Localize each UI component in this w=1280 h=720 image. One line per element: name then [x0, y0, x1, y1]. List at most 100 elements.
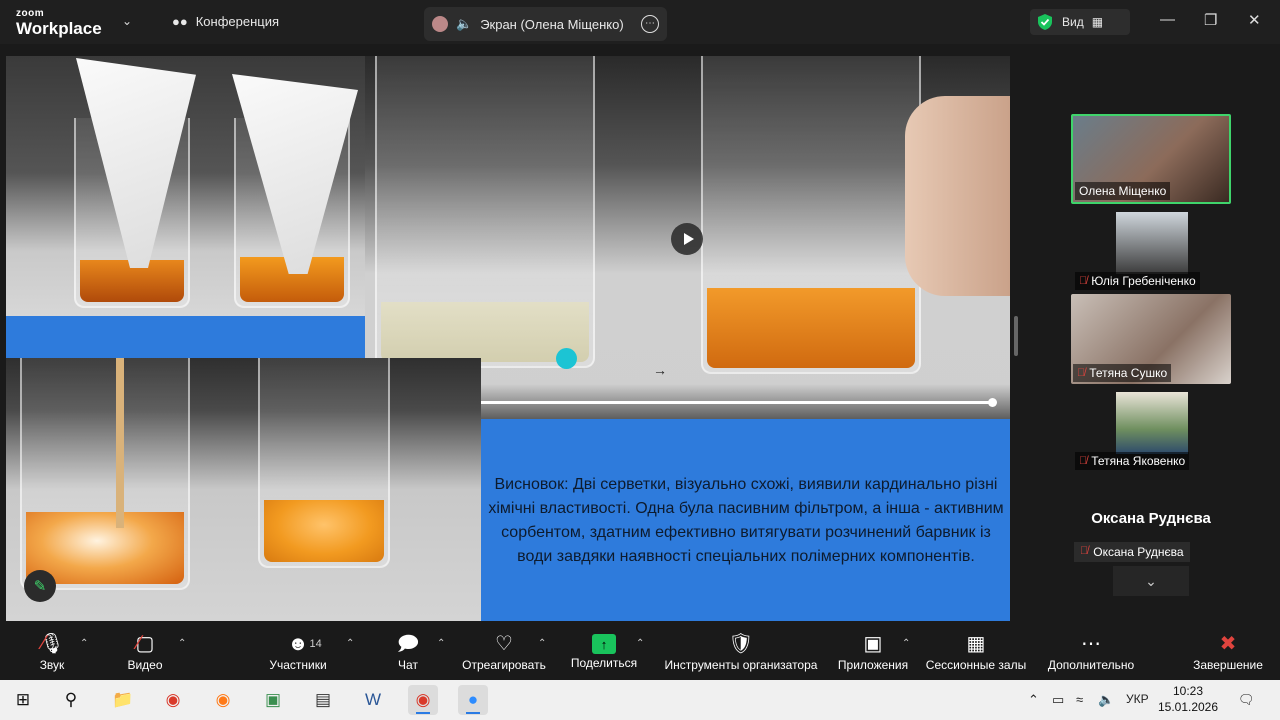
react-options-caret[interactable]: ⌃: [538, 638, 546, 649]
host-tools-button[interactable]: 🛡 Инструменты организатора: [660, 622, 822, 680]
share-options-caret[interactable]: ⌃: [636, 638, 644, 649]
orange-liquid: [707, 288, 915, 368]
meeting-info-button[interactable]: ●● Конференция: [172, 14, 279, 29]
wifi-icon[interactable]: ≈: [1076, 692, 1083, 707]
firefox-icon[interactable]: ◉: [208, 685, 238, 715]
react-button[interactable]: ♡ Отреагировать: [456, 622, 552, 680]
people-icon: ●●: [172, 14, 188, 29]
apps-options-caret[interactable]: ⌃: [902, 638, 910, 649]
brand-bottom: Workplace: [16, 19, 102, 38]
windows-taskbar: ⊞ ⚲ 📁 ◉ ◉ ▣ ▤ W ◉ ● ⌃ ▭ ≈ 🔈 УКР 10:23 15…: [0, 680, 1280, 720]
orange-sorbent: [264, 500, 384, 562]
minimize-icon[interactable]: —: [1160, 11, 1175, 28]
annotate-pencil-button[interactable]: ✎: [24, 570, 56, 602]
windows-start-icon[interactable]: ⊞: [8, 685, 38, 715]
audio-options-caret[interactable]: ⌃: [80, 638, 88, 649]
brand-top: zoom: [16, 8, 45, 19]
audio-button[interactable]: 🎙 ∕ Звук: [34, 622, 70, 680]
chevron-down-icon[interactable]: ⌄: [122, 14, 132, 28]
conclusion-text: Висновок: Дві серветки, візуально схожі,…: [488, 476, 1004, 565]
breakout-rooms-button[interactable]: ▦ Сессионные залы: [924, 622, 1028, 680]
more-button[interactable]: ⋯ Дополнительно: [1042, 622, 1140, 680]
participants-count: 14: [309, 638, 322, 650]
grid-icon: ▦: [966, 633, 986, 655]
mic-muted-icon: 🎙̸: [1080, 545, 1089, 557]
participant-tile[interactable]: 🎙̸ Юлія Гребеніченко: [1071, 212, 1231, 292]
participant-name-tag: 🎙̸ Тетяна Сушко: [1073, 364, 1172, 382]
experiment-photo-sorbent: [6, 358, 481, 621]
panel-resize-handle[interactable]: [1014, 316, 1018, 356]
zoom-app-icon[interactable]: ●: [458, 685, 488, 715]
video-options-caret[interactable]: ⌃: [178, 638, 186, 649]
more-icon: ⋯: [1081, 633, 1101, 655]
share-label: Поделиться: [570, 656, 638, 670]
language-indicator[interactable]: УКР: [1126, 692, 1149, 706]
participant-tile[interactable]: Олена Міщенко: [1071, 114, 1231, 204]
restore-icon[interactable]: ❐: [1204, 11, 1217, 29]
close-icon[interactable]: ✕: [1248, 11, 1261, 29]
clock[interactable]: 10:23 15.01.2026: [1156, 683, 1220, 715]
cursor-arrow-icon: →: [653, 362, 667, 378]
end-button[interactable]: ✖ Завершение: [1190, 622, 1266, 680]
apps-button[interactable]: ▣ Приложения: [834, 622, 912, 680]
file-explorer-icon[interactable]: 📁: [108, 685, 138, 715]
play-icon: [683, 233, 694, 245]
chat-icon: 🗩: [396, 633, 420, 655]
more-label: Дополнительно: [1047, 658, 1135, 672]
participant-tile[interactable]: 🎙̸ Тетяна Сушко: [1071, 294, 1231, 384]
meeting-label: Конференция: [195, 14, 280, 29]
security-shield-icon: [1038, 14, 1052, 30]
participant-name: Оксана Руднєва: [1093, 545, 1184, 559]
notifications-icon[interactable]: 🗨: [1238, 692, 1255, 708]
pencil-icon: ✎: [33, 578, 47, 595]
no-video-participant-title: Оксана Руднєва: [1091, 510, 1211, 527]
battery-icon[interactable]: ▭: [1052, 692, 1064, 708]
end-label: Завершение: [1193, 658, 1263, 672]
participant-name: Тетяна Сушко: [1089, 366, 1168, 380]
chevron-down-icon: ⌄: [1145, 572, 1157, 589]
audio-label: Звук: [39, 658, 65, 672]
breakout-label: Сессионные залы: [925, 658, 1027, 672]
chat-button[interactable]: 🗩 Чат: [390, 622, 426, 680]
video-button[interactable]: ▢ ∕ Видео: [122, 622, 168, 680]
volume-icon[interactable]: 🔈: [1098, 692, 1114, 708]
video-progress-knob[interactable]: [988, 398, 997, 407]
participants-options-caret[interactable]: ⌃: [346, 638, 354, 649]
screen-share-tab[interactable]: 🔈 Экран (Олена Міщенко) ⋯: [424, 7, 667, 41]
participants-button[interactable]: ☻ 14 Участники: [264, 622, 332, 680]
more-options-icon[interactable]: ⋯: [641, 15, 659, 33]
photo-app-icon[interactable]: ▤: [308, 685, 338, 715]
apps-label: Приложения: [837, 658, 909, 672]
share-button[interactable]: ↑ Поделиться: [566, 622, 642, 680]
participant-name-tag: Олена Міщенко: [1075, 182, 1171, 200]
mic-muted-icon: 🎙̸: [1079, 455, 1088, 467]
cup-clear-water: [375, 56, 595, 368]
chrome-icon[interactable]: ◉: [408, 685, 438, 715]
participant-name: Тетяна Яковенко: [1091, 454, 1186, 468]
presenter-avatar: [432, 16, 448, 32]
app-icon[interactable]: ▣: [258, 685, 288, 715]
speaker-icon: 🔈: [456, 16, 473, 31]
stirring-stick: [116, 358, 124, 528]
grid-view-icon: ▦: [1091, 15, 1104, 29]
word-icon[interactable]: W: [358, 685, 388, 715]
chrome-icon[interactable]: ◉: [158, 685, 188, 715]
cup: [20, 358, 190, 590]
chat-label: Чат: [398, 658, 418, 672]
apps-icon: ▣: [863, 633, 883, 655]
share-screen-icon: ↑: [592, 634, 616, 654]
view-label: Вид: [1062, 15, 1084, 29]
participants-icon: ☻ 14: [287, 633, 322, 655]
host-tools-label: Инструменты организатора: [664, 658, 818, 672]
play-button[interactable]: [671, 223, 703, 255]
chevron-up-icon[interactable]: ⌃: [1028, 692, 1039, 708]
participant-name-tag: 🎙̸ Юлія Гребеніченко: [1075, 272, 1200, 290]
participant-name-tag[interactable]: 🎙̸ Оксана Руднєва: [1074, 542, 1190, 562]
heart-icon: ♡: [495, 633, 513, 655]
screen-tab-label: Экран (Олена Міщенко): [480, 16, 624, 32]
scroll-participants-down-button[interactable]: ⌄: [1113, 566, 1189, 596]
participant-tile[interactable]: 🎙̸ Тетяна Яковенко: [1071, 392, 1231, 472]
search-icon[interactable]: ⚲: [56, 685, 86, 715]
chat-options-caret[interactable]: ⌃: [437, 638, 445, 649]
view-menu-button[interactable]: Вид ▦: [1030, 9, 1130, 35]
